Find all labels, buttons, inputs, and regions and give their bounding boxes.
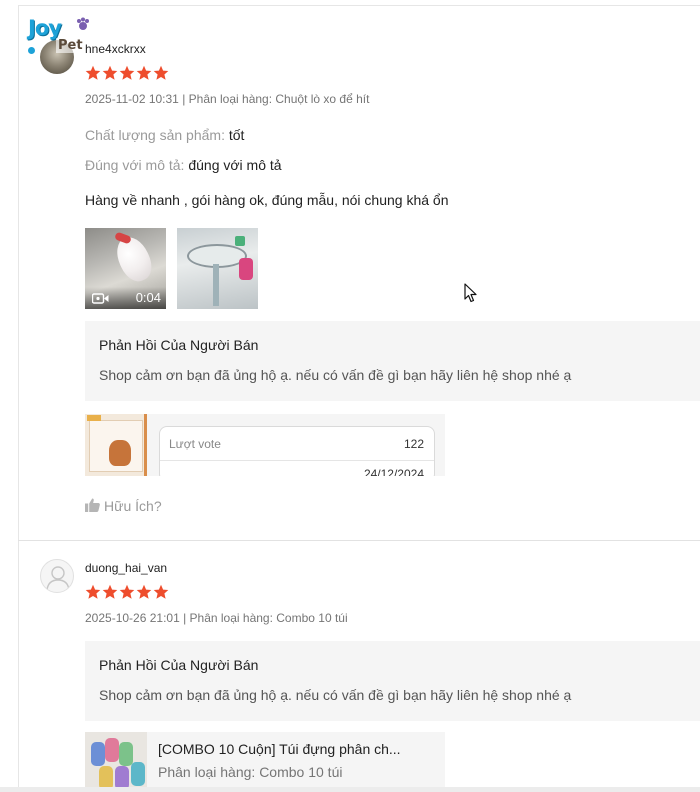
seller-reply-text: Shop cảm ơn bạn đã ủng hộ ạ. nếu có vấn … — [99, 687, 572, 703]
star-icon — [119, 584, 135, 599]
seller-reply: Phản Hồi Của Người Bán Shop cảm ơn bạn đ… — [85, 641, 700, 721]
seller-reply-text: Shop cảm ơn bạn đã ủng hộ ạ. nếu có vấn … — [99, 367, 572, 383]
seller-reply-title: Phản Hồi Của Người Bán — [99, 657, 259, 673]
attribute-label: Chất lượng sản phẩm: — [85, 127, 225, 143]
bottom-bar — [0, 787, 700, 792]
vote-date: 24/12/2024 — [363, 467, 424, 476]
vote-divider — [160, 460, 434, 461]
product-name: [COMBO 10 Cuộn] Túi đựng phân ch... — [158, 741, 401, 757]
review-video-thumbnail[interactable]: 0:04 — [85, 228, 166, 309]
star-icon — [119, 65, 135, 80]
review-image-thumbnail[interactable] — [177, 228, 258, 309]
seller-reply-title: Phản Hồi Của Người Bán — [99, 337, 259, 353]
star-icon — [85, 584, 101, 599]
star-icon — [85, 65, 101, 80]
star-icon — [102, 65, 118, 80]
review-item: Joy Pet hne4xckrxx 2025-11-02 10:31 | Ph… — [18, 8, 700, 538]
review-comment: Hàng về nhanh , gói hàng ok, đúng mẫu, n… — [85, 192, 449, 208]
rating-stars — [85, 65, 170, 81]
thumb-detail — [109, 440, 131, 466]
product-variant: Phân loại hàng: Combo 10 túi — [158, 764, 343, 780]
thumbs-up-icon — [85, 498, 100, 512]
video-camera-icon — [92, 293, 109, 304]
star-icon — [153, 584, 169, 599]
thumb-detail — [91, 742, 105, 766]
user-icon — [46, 566, 70, 591]
attribute-value: đúng với mô tả — [188, 157, 282, 173]
attribute-description-match: Đúng với mô tả: đúng với mô tả — [85, 157, 282, 173]
attribute-label: Đúng với mô tả: — [85, 157, 185, 173]
top-divider — [18, 5, 700, 6]
product-card[interactable]: Lượt vote 122 24/12/2024 — [85, 414, 445, 476]
thumb-detail — [105, 738, 119, 762]
vote-popup: Lượt vote 122 24/12/2024 — [159, 426, 435, 476]
product-thumbnail — [85, 414, 147, 476]
vote-count: 122 — [403, 437, 424, 451]
star-icon — [153, 65, 169, 80]
star-icon — [102, 584, 118, 599]
star-icon — [136, 65, 152, 80]
logo-text-pet: Pet — [56, 38, 85, 53]
reviewer-username[interactable]: duong_hai_van — [85, 561, 167, 575]
paw-icon — [77, 17, 89, 30]
mouse-cursor-icon — [464, 283, 477, 303]
attribute-quality: Chất lượng sản phẩm: tốt — [85, 127, 244, 143]
product-thumbnail — [85, 732, 147, 792]
video-duration: 0:04 — [135, 290, 161, 305]
vote-label: Lượt vote — [169, 437, 221, 451]
video-overlay: 0:04 — [85, 287, 166, 309]
review-meta: 2025-10-26 21:01 | Phân loại hàng: Combo… — [85, 611, 348, 625]
rating-stars — [85, 584, 170, 600]
thumb-detail — [119, 742, 133, 766]
image-detail — [235, 236, 245, 246]
seller-reply: Phản Hồi Của Người Bán Shop cảm ơn bạn đ… — [85, 321, 700, 401]
review-item: duong_hai_van 2025-10-26 21:01 | Phân lo… — [18, 540, 700, 792]
reviewer-username[interactable]: hne4xckrxx — [85, 42, 146, 56]
toy-detail — [114, 231, 132, 245]
helpful-button[interactable]: Hữu Ích? — [85, 498, 162, 514]
default-avatar[interactable] — [40, 559, 74, 593]
helpful-label: Hữu Ích? — [104, 498, 162, 514]
thumb-detail — [87, 415, 101, 421]
logo-dot — [28, 47, 35, 54]
image-detail — [213, 264, 219, 306]
attribute-value: tốt — [228, 127, 245, 143]
star-icon — [136, 584, 152, 599]
image-detail — [239, 258, 253, 280]
review-meta: 2025-11-02 10:31 | Phân loại hàng: Chuột… — [85, 92, 370, 106]
thumb-detail — [131, 762, 145, 786]
logo-text-joy: Joy — [28, 16, 62, 40]
product-card[interactable]: [COMBO 10 Cuộn] Túi đựng phân ch... Phân… — [85, 732, 445, 792]
